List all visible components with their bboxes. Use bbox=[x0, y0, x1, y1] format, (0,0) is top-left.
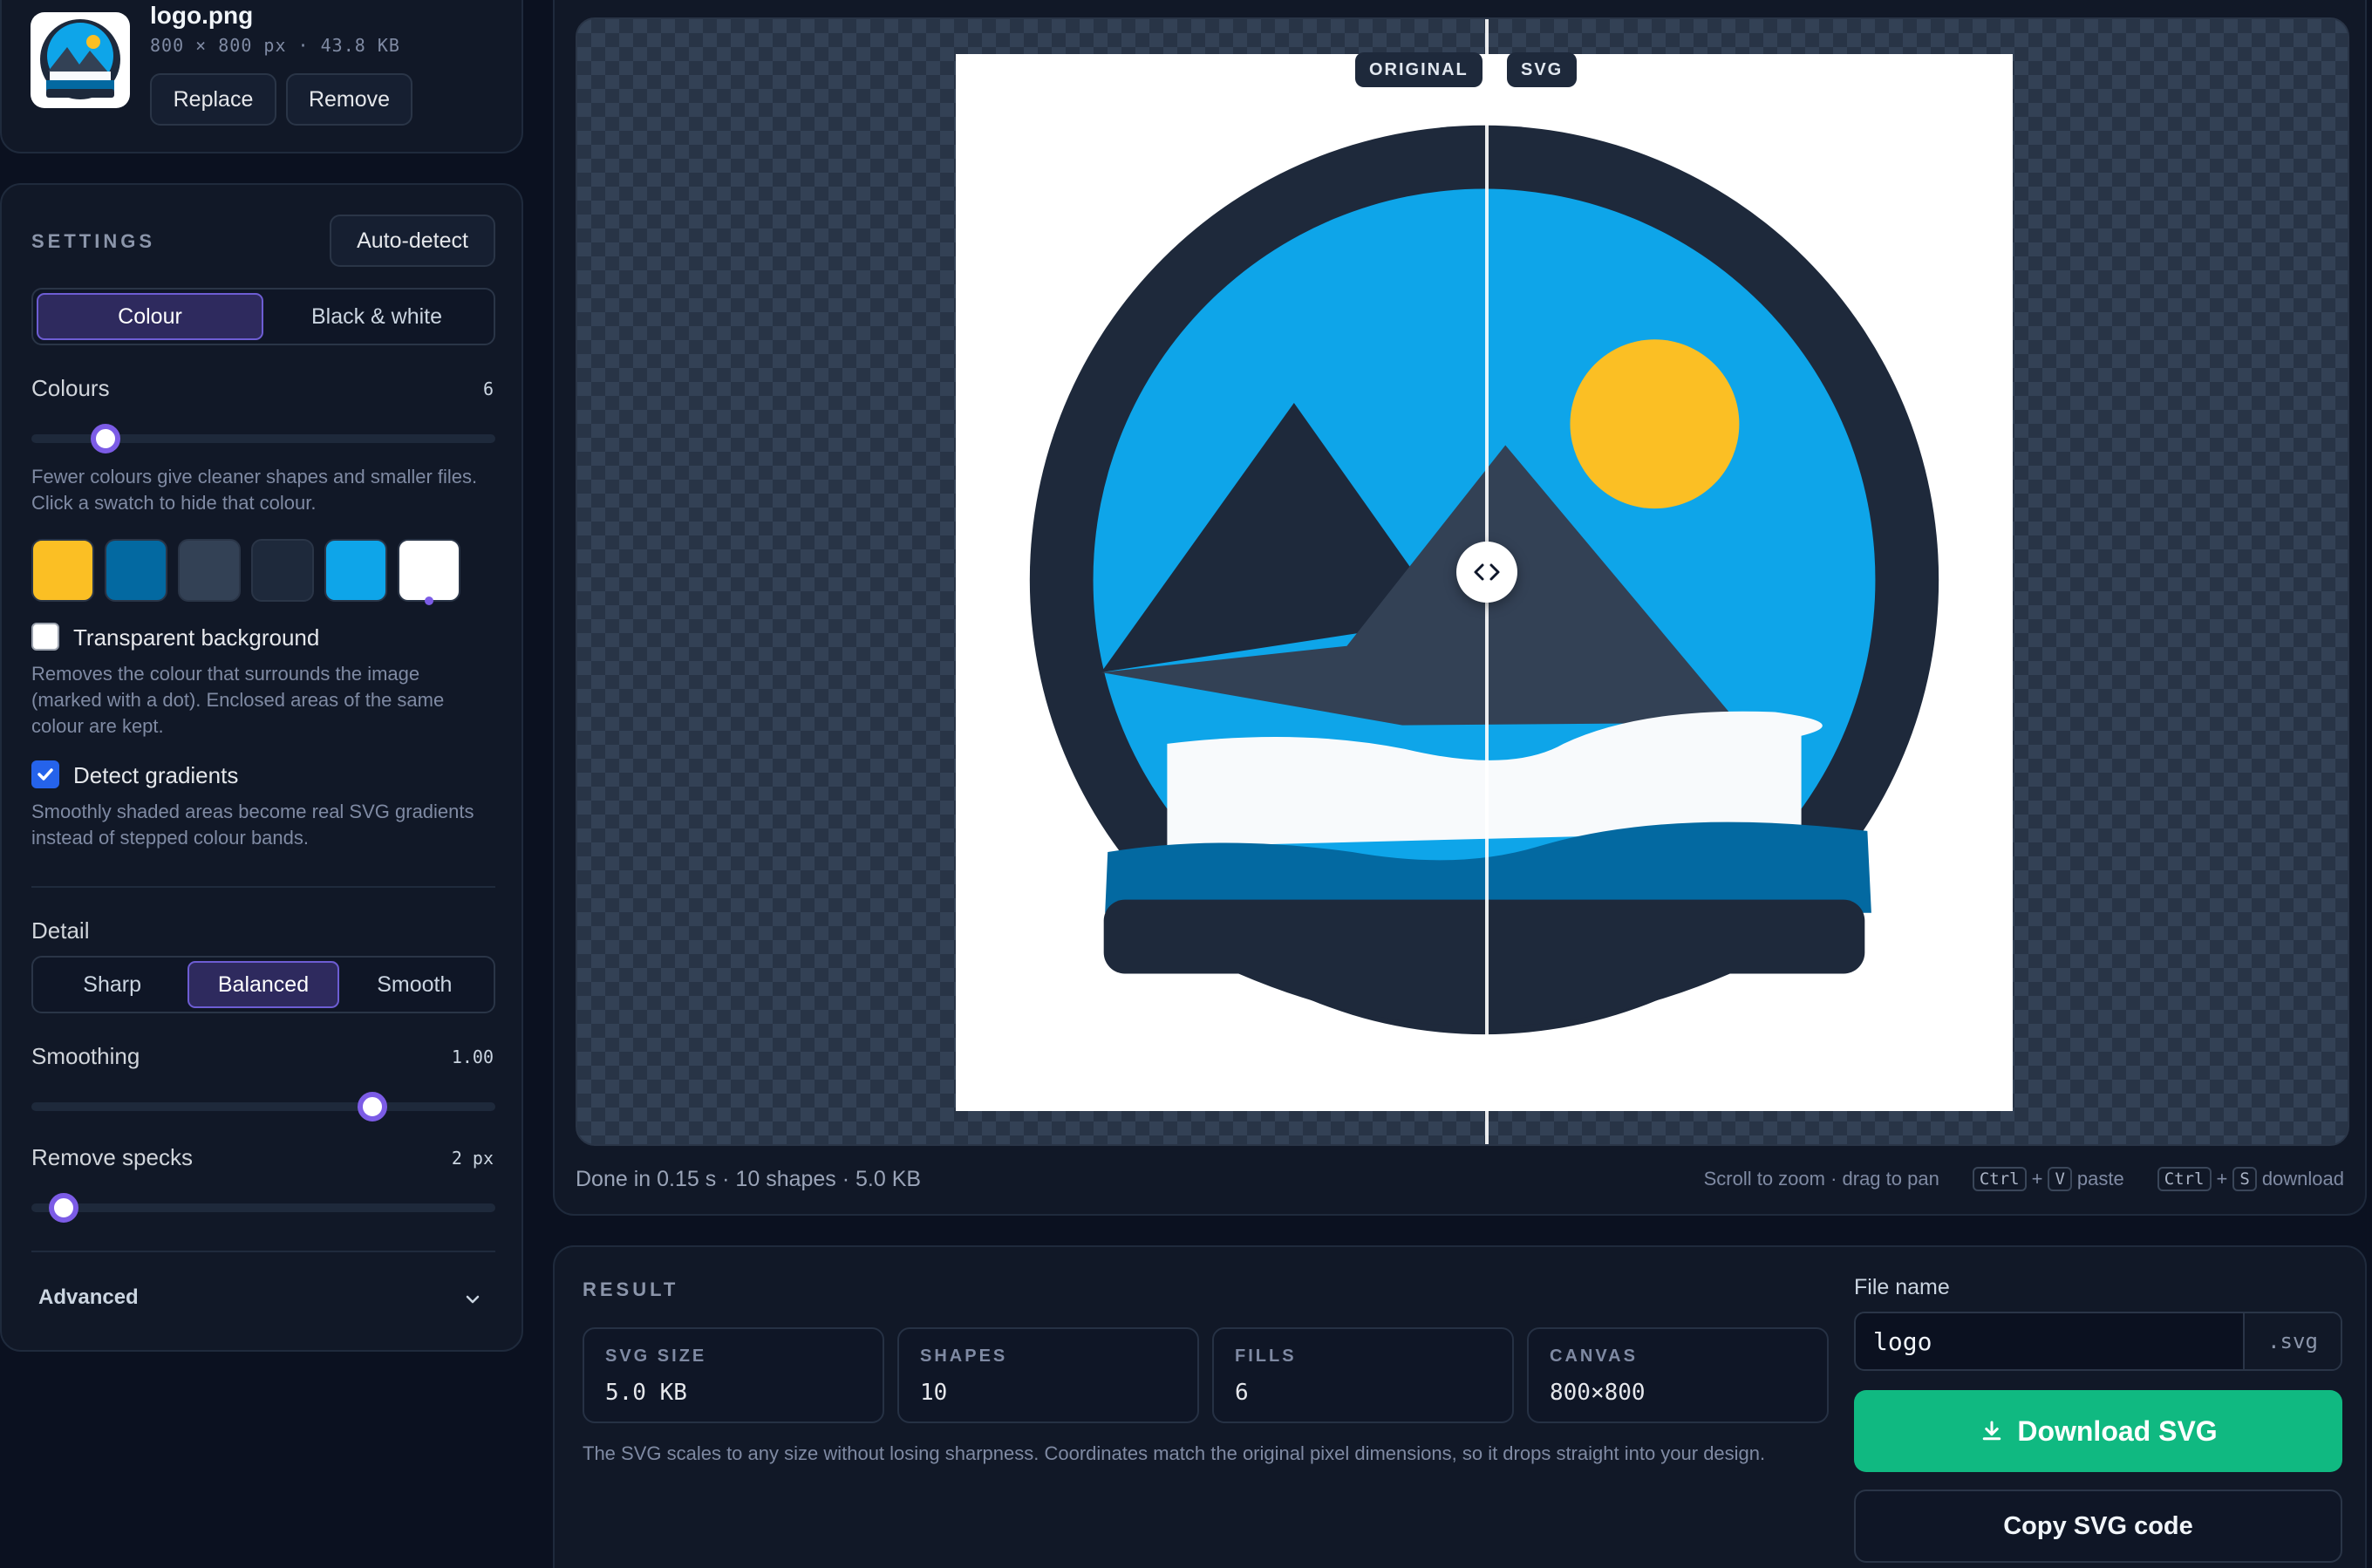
colours-value: 6 bbox=[482, 378, 494, 399]
detail-smooth-option[interactable]: Smooth bbox=[339, 961, 490, 1008]
detect-gradients-help: Smoothly shaded areas become real SVG gr… bbox=[31, 801, 474, 849]
detail-balanced-option[interactable]: Balanced bbox=[187, 961, 339, 1008]
file-name-label: File name bbox=[1854, 1275, 1950, 1299]
detect-gradients-checkbox[interactable] bbox=[31, 760, 59, 788]
stat-label: CANVAS bbox=[1550, 1346, 1638, 1366]
remove-specks-slider-handle[interactable] bbox=[49, 1193, 79, 1223]
stat-shapes: SHAPES 10 bbox=[897, 1327, 1199, 1423]
file-meta: 800 × 800 px · 43.8 KB bbox=[150, 35, 400, 56]
download-svg-label: Download SVG bbox=[2017, 1415, 2218, 1447]
preview-canvas[interactable]: ORIGINAL SVG bbox=[576, 17, 2349, 1146]
chevron-down-icon[interactable] bbox=[462, 1289, 483, 1310]
replace-button[interactable]: Replace bbox=[150, 73, 276, 126]
swatch-slate[interactable] bbox=[178, 539, 241, 602]
file-extension: .svg bbox=[2243, 1313, 2341, 1369]
swatch-yellow[interactable] bbox=[31, 539, 94, 602]
result-note: The SVG scales to any size without losin… bbox=[583, 1442, 1766, 1464]
s-key: S bbox=[2232, 1167, 2257, 1191]
colours-slider[interactable] bbox=[31, 424, 495, 453]
transparent-background-help: Removes the colour that surrounds the im… bbox=[31, 663, 445, 737]
stat-label: SHAPES bbox=[920, 1346, 1008, 1366]
transparent-background-label: Transparent background bbox=[73, 624, 320, 651]
result-heading: RESULT bbox=[583, 1278, 679, 1300]
paste-hint: paste bbox=[2076, 1168, 2124, 1190]
download-hint: download bbox=[2261, 1168, 2344, 1190]
copy-svg-code-button[interactable]: Copy SVG code bbox=[1854, 1490, 2342, 1563]
settings-card: SETTINGS Auto-detect Colour Black & whit… bbox=[0, 183, 523, 1352]
mode-colour-option[interactable]: Colour bbox=[37, 293, 263, 340]
detail-toggle: Sharp Balanced Smooth bbox=[31, 956, 495, 1013]
keyboard-hints: Scroll to zoom · drag to pan Ctrl + V pa… bbox=[1703, 1167, 2344, 1191]
stat-value: 10 bbox=[920, 1380, 948, 1406]
remove-button[interactable]: Remove bbox=[286, 73, 412, 126]
code-arrows-icon bbox=[1474, 563, 1500, 581]
stat-label: FILLS bbox=[1235, 1346, 1297, 1366]
zoom-hint: Scroll to zoom · drag to pan bbox=[1703, 1168, 1939, 1190]
smoothing-label: Smoothing bbox=[31, 1043, 140, 1069]
logo-thumbnail-image bbox=[40, 19, 120, 99]
mode-black-white-option[interactable]: Black & white bbox=[263, 293, 490, 340]
detail-sharp-option[interactable]: Sharp bbox=[37, 961, 187, 1008]
preview-card: ORIGINAL SVG Done in 0.15 s · 10 shapes … bbox=[553, 0, 2367, 1216]
ctrl-key: Ctrl bbox=[1972, 1167, 2027, 1191]
colour-mode-toggle: Colour Black & white bbox=[31, 288, 495, 345]
file-card: logo.png 800 × 800 px · 43.8 KB Replace … bbox=[0, 0, 523, 153]
auto-detect-button[interactable]: Auto-detect bbox=[330, 215, 495, 267]
svg-tag: SVG bbox=[1507, 52, 1578, 87]
colours-label: Colours bbox=[31, 375, 110, 401]
settings-heading: SETTINGS bbox=[31, 230, 156, 252]
file-name-field: .svg bbox=[1854, 1312, 2342, 1371]
detect-gradients-label: Detect gradients bbox=[73, 762, 239, 788]
detail-label: Detail bbox=[31, 917, 90, 944]
download-icon bbox=[1983, 1421, 2001, 1441]
settings-divider bbox=[31, 1251, 495, 1252]
stat-svg-size: SVG SIZE 5.0 KB bbox=[583, 1327, 884, 1423]
background-marker-dot bbox=[425, 597, 433, 605]
transparent-background-checkbox[interactable] bbox=[31, 623, 59, 651]
swatch-blue[interactable] bbox=[105, 539, 167, 602]
remove-specks-label: Remove specks bbox=[31, 1144, 193, 1170]
smoothing-slider[interactable] bbox=[31, 1092, 495, 1121]
swatch-sky-blue[interactable] bbox=[324, 539, 387, 602]
settings-divider bbox=[31, 886, 495, 888]
original-tag: ORIGINAL bbox=[1355, 52, 1482, 87]
v-key: V bbox=[2048, 1167, 2072, 1191]
advanced-toggle[interactable]: Advanced bbox=[38, 1285, 139, 1310]
file-name: logo.png bbox=[150, 2, 254, 29]
stat-value: 800×800 bbox=[1550, 1380, 1646, 1406]
checkmark-icon bbox=[37, 768, 53, 781]
stat-label: SVG SIZE bbox=[605, 1346, 707, 1366]
smoothing-slider-handle[interactable] bbox=[358, 1092, 388, 1121]
download-svg-button[interactable]: Download SVG bbox=[1854, 1390, 2342, 1472]
result-card: RESULT SVG SIZE 5.0 KB SHAPES 10 FILLS 6… bbox=[553, 1245, 2367, 1568]
file-thumbnail bbox=[31, 12, 130, 108]
stat-fills: FILLS 6 bbox=[1212, 1327, 1514, 1423]
stat-canvas: CANVAS 800×800 bbox=[1527, 1327, 1829, 1423]
file-name-input[interactable] bbox=[1856, 1313, 2245, 1369]
conversion-status: Done in 0.15 s · 10 shapes · 5.0 KB bbox=[576, 1167, 922, 1191]
colours-slider-handle[interactable] bbox=[91, 424, 121, 453]
swatch-navy[interactable] bbox=[251, 539, 314, 602]
swatch-white[interactable] bbox=[398, 539, 460, 605]
remove-specks-slider[interactable] bbox=[31, 1193, 495, 1223]
remove-specks-value: 2 px bbox=[451, 1148, 494, 1169]
stat-value: 6 bbox=[1235, 1380, 1249, 1406]
compare-slider-handle[interactable] bbox=[1456, 542, 1517, 603]
stat-value: 5.0 KB bbox=[605, 1380, 687, 1406]
ctrl-key: Ctrl bbox=[2157, 1167, 2212, 1191]
colours-help-text: Fewer colours give cleaner shapes and sm… bbox=[31, 466, 478, 514]
smoothing-value: 1.00 bbox=[451, 1046, 494, 1067]
